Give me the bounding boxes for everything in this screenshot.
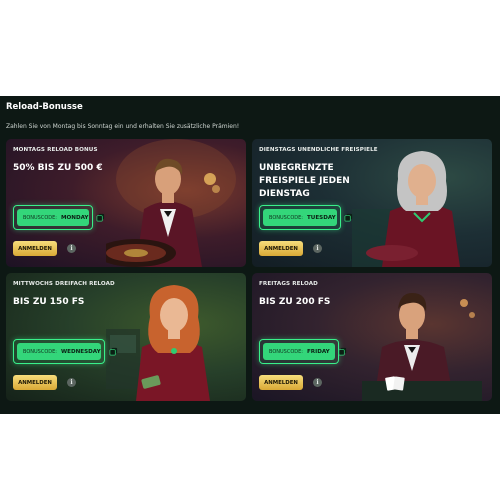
code-value: WEDNESDAY <box>60 348 101 355</box>
bonus-code-box[interactable]: BONUSCODE: MONDAY <box>13 205 105 230</box>
info-icon[interactable]: i <box>313 244 322 253</box>
card-headline: BIS ZU 200 FS <box>259 297 331 307</box>
card-label: DIENSTAGS UNENDLICHE FREISPIELE <box>259 147 378 153</box>
bonus-code-box[interactable]: BONUSCODE: WEDNESDAY <box>13 339 117 364</box>
claim-button[interactable]: ANMELDEN <box>259 375 303 390</box>
man-illustration <box>362 293 482 401</box>
copy-icon[interactable] <box>344 213 353 222</box>
bonus-code-box[interactable]: BONUSCODE: TUESDAY <box>259 205 352 230</box>
card-label: MONTAGS RELOAD BONUS <box>13 147 98 153</box>
woman-illustration <box>352 151 460 267</box>
code-value: MONDAY <box>60 214 89 221</box>
card-headline: BIS ZU 150 FS <box>13 297 85 307</box>
card-headline: UNBEGRENZTE FREISPIELE JEDEN DIENSTAG <box>259 163 350 199</box>
code-prefix: BONUSCODE: <box>23 214 57 221</box>
bonus-card-tuesday: DIENSTAGS UNENDLICHE FREISPIELE UNBEGREN… <box>252 139 492 267</box>
copy-icon[interactable] <box>96 213 105 222</box>
info-icon[interactable]: i <box>67 378 76 387</box>
bonus-card-monday: MONTAGS RELOAD BONUS 50% BIS ZU 500 € BO… <box>6 139 246 267</box>
bonus-card-friday: FREITAGS RELOAD BIS ZU 200 FS BONUSCODE:… <box>252 273 492 401</box>
claim-button[interactable]: ANMELDEN <box>259 241 303 256</box>
card-headline: 50% BIS ZU 500 € <box>13 163 103 173</box>
code-value: TUESDAY <box>306 214 336 221</box>
copy-icon[interactable] <box>338 347 347 356</box>
info-icon[interactable]: i <box>67 244 76 253</box>
section-subtitle: Zahlen Sie von Montag bis Sonntag ein un… <box>6 123 240 130</box>
code-prefix: BONUSCODE: <box>269 348 303 355</box>
info-icon[interactable]: i <box>313 378 322 387</box>
code-prefix: BONUSCODE: <box>269 214 303 221</box>
woman-illustration <box>106 285 210 401</box>
bonus-code-box[interactable]: BONUSCODE: FRIDAY <box>259 339 346 364</box>
claim-button[interactable]: ANMELDEN <box>13 375 57 390</box>
copy-icon[interactable] <box>109 347 118 356</box>
code-value: FRIDAY <box>306 348 330 355</box>
reload-bonus-section: Reload-Bonusse Zahlen Sie von Montag bis… <box>0 96 500 414</box>
card-label: MITTWOCHS DREIFACH RELOAD <box>13 281 115 287</box>
section-title: Reload-Bonusse <box>6 102 83 112</box>
dealer-illustration <box>106 139 236 267</box>
bonus-card-wednesday: MITTWOCHS DREIFACH RELOAD BIS ZU 150 FS … <box>6 273 246 401</box>
card-label: FREITAGS RELOAD <box>259 281 318 287</box>
claim-button[interactable]: ANMELDEN <box>13 241 57 256</box>
code-prefix: BONUSCODE: <box>23 348 57 355</box>
